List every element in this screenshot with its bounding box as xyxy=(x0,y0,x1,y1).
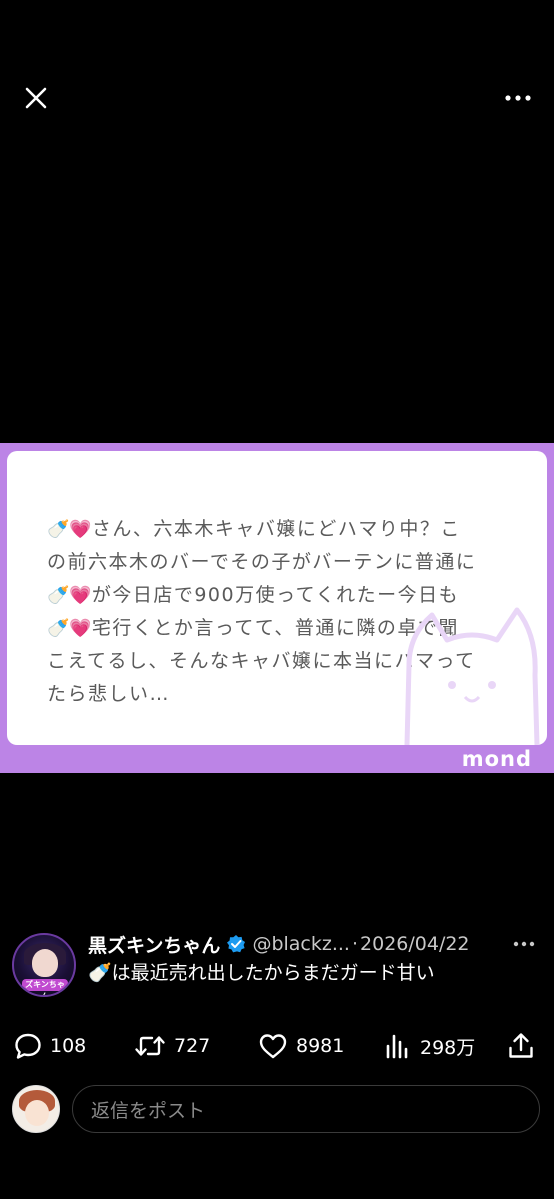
retweet-icon xyxy=(135,1036,165,1056)
author-handle[interactable]: @blackz... xyxy=(252,933,350,955)
question-line: の前六本木のバーでその子がバーテンに普通に xyxy=(47,551,477,573)
reply-icon xyxy=(15,1033,41,1059)
like-count: 8981 xyxy=(296,1035,345,1057)
retweet-count: 727 xyxy=(174,1035,211,1057)
more-horizontal-icon xyxy=(513,941,535,947)
retweet-button[interactable]: 727 xyxy=(134,1029,210,1063)
mond-logo: mond xyxy=(461,747,532,771)
author-display-name[interactable]: 黒ズキンちゃん xyxy=(88,931,220,958)
cat-watermark-icon xyxy=(404,607,540,745)
author-row: 黒ズキンちゃん @blackz... · 2026/04/22 xyxy=(88,930,470,958)
tweet-text: 🍼は最近売れ出したからまだガード甘い xyxy=(88,962,435,984)
share-button[interactable] xyxy=(506,1029,536,1063)
reply-button[interactable]: 108 xyxy=(14,1029,86,1063)
views-button[interactable]: 298万 xyxy=(384,1029,475,1063)
views-count: 298万 xyxy=(420,1036,476,1059)
heart-icon xyxy=(259,1034,287,1059)
author-avatar[interactable]: ズキンちゃん xyxy=(12,933,76,997)
close-icon xyxy=(25,87,47,109)
close-button[interactable] xyxy=(18,80,54,116)
like-button[interactable]: 8981 xyxy=(258,1029,344,1063)
avatar-label: ズキンちゃん xyxy=(22,979,68,995)
question-card: 🍼💗さん、六本木キャバ嬢にどハマり中？こ の前六本木のバーでその子がバーテンに普… xyxy=(7,451,547,745)
post-image[interactable]: 🍼💗さん、六本木キャバ嬢にどハマり中？こ の前六本木のバーでその子がバーテンに普… xyxy=(0,443,554,773)
post-date[interactable]: 2026/04/22 xyxy=(360,933,470,955)
verified-badge-icon xyxy=(226,934,246,954)
reply-count: 108 xyxy=(50,1035,87,1057)
tweet-more-button[interactable] xyxy=(506,930,542,958)
question-line: 🍼💗さん、六本木キャバ嬢にどハマり中？こ xyxy=(47,518,461,540)
views-chart-icon xyxy=(386,1034,408,1059)
more-options-button[interactable] xyxy=(500,80,536,116)
reply-input[interactable]: 返信をポスト xyxy=(72,1085,540,1133)
current-user-avatar xyxy=(12,1085,60,1133)
reply-placeholder: 返信をポスト xyxy=(91,1099,206,1122)
more-horizontal-icon xyxy=(505,95,531,101)
meta-separator: · xyxy=(351,933,359,955)
action-bar: 108 727 8981 298万 xyxy=(0,1029,554,1063)
share-icon xyxy=(509,1033,533,1058)
